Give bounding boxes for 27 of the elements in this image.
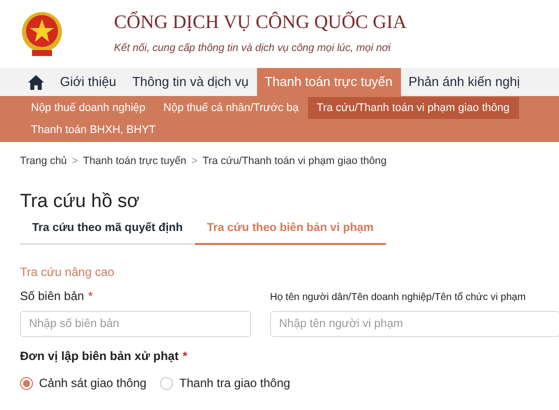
section-title: Tra cứu nâng cao: [19, 265, 116, 279]
page-title: Tra cứu hồ sơ: [19, 190, 141, 214]
radio-button[interactable]: [160, 377, 174, 390]
portal-title: CỔNG DỊCH VỤ CÔNG QUỐC GIA: [114, 11, 407, 35]
tab[interactable]: Tra cứu theo mã quyết định: [20, 220, 195, 245]
nav-item[interactable]: Phản ánh kiến nghị: [400, 68, 528, 96]
breadcrumb-link[interactable]: Tra cứu/Thanh toán vi phạm giao thông: [202, 154, 387, 170]
input-field[interactable]: Nhập tên người vi phạm: [270, 311, 559, 337]
nav-item[interactable]: Thông tin và dịch vụ: [124, 68, 257, 96]
breadcrumb-link[interactable]: Thanh toán trực tuyến: [83, 154, 186, 170]
submenu-item[interactable]: Tra cứu/Thanh toán vi phạm giao thông: [308, 97, 518, 119]
nav-item[interactable]: Giới thiệu: [52, 68, 124, 96]
emblem-logo: [20, 10, 64, 58]
required-mark: *: [88, 288, 93, 305]
radio-button[interactable]: [20, 377, 33, 390]
breadcrumb-separator: >: [191, 154, 198, 169]
portal-tagline: Kết nối, cung cấp thông tin và dịch vụ công mọi lúc, mọi nơi: [114, 41, 392, 56]
radio-label: Thanh tra giao thông: [179, 376, 290, 391]
required-mark: *: [182, 349, 188, 364]
home-icon[interactable]: [28, 74, 44, 90]
breadcrumb-link[interactable]: Trang chủ: [20, 154, 67, 170]
field-label: Số biên bản: [20, 288, 84, 305]
field-label: Họ tên người dân/Tên doanh nghiệp/Tên tổ chức vi phạm: [270, 290, 526, 305]
radio-label: Cảnh sát giao thông: [39, 376, 146, 391]
breadcrumb-separator: >: [72, 154, 78, 169]
radio-group-label: Đơn vị lập biên bản xử phạt: [20, 349, 179, 364]
input-field[interactable]: Nhập số biên bản: [20, 311, 251, 337]
